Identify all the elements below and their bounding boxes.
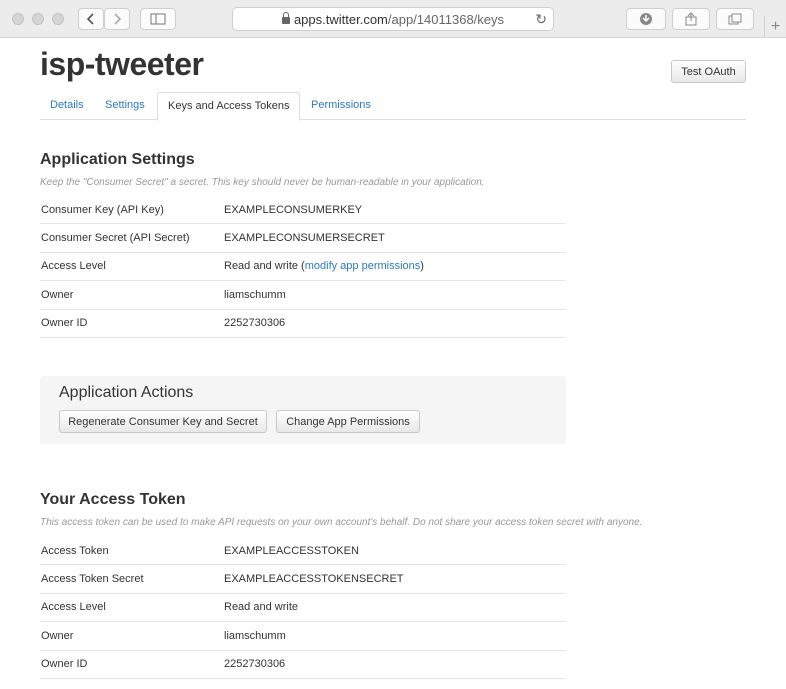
zoom-window-button[interactable]	[52, 13, 64, 25]
link-suffix: )	[420, 260, 424, 273]
url-host: apps.twitter.com	[293, 11, 388, 27]
download-icon	[640, 13, 652, 25]
owner-value: liamschumm	[224, 288, 286, 301]
access-token-value: EXAMPLEACCESSTOKEN	[224, 544, 359, 557]
chevron-right-icon	[114, 13, 122, 25]
access-token-secret-value: EXAMPLEACCESSTOKENSECRET	[224, 573, 404, 586]
access-token-heading: Your Access Token	[40, 491, 186, 508]
back-button[interactable]	[78, 8, 104, 30]
application-settings-description: Keep the "Consumer Secret" a secret. Thi…	[40, 177, 485, 188]
new-tab-button[interactable]: +	[764, 16, 786, 38]
tab-keys-and-access-tokens[interactable]: Keys and Access Tokens	[157, 92, 301, 121]
access-token-secret-label: Access Token Secret	[41, 573, 144, 586]
application-actions-panel: Application Actions Regenerate Consumer …	[40, 376, 566, 444]
consumer-secret-value: EXAMPLECONSUMERSECRET	[224, 232, 385, 245]
application-settings-heading: Application Settings	[40, 151, 195, 168]
owner-id-label: Owner ID	[41, 317, 88, 330]
access-token-description: This access token can be used to make AP…	[40, 517, 643, 528]
minimize-window-button[interactable]	[32, 13, 44, 25]
change-app-permissions-button[interactable]: Change App Permissions	[276, 410, 420, 433]
table-row: Owner ID 2252730306	[40, 310, 566, 338]
token-access-level-label: Access Level	[41, 601, 106, 614]
token-owner-value: liamschumm	[224, 629, 286, 642]
access-level-value: Read and write (modify app permissions)	[224, 260, 566, 272]
url-path: /app/14011368/keys	[387, 11, 505, 27]
consumer-key-label: Consumer Key (API Key)	[41, 203, 164, 216]
table-row: Access Token Secret EXAMPLEACCESSTOKENSE…	[40, 565, 566, 594]
access-token-table: Access Token EXAMPLEACCESSTOKEN Access T…	[40, 537, 566, 679]
token-owner-label: Owner	[41, 629, 74, 642]
token-access-level-value: Read and write	[224, 601, 298, 614]
consumer-key-value: EXAMPLECONSUMERKEY	[224, 203, 363, 216]
table-row: Owner ID 2252730306	[40, 651, 566, 679]
access-token-label: Access Token	[41, 544, 109, 557]
downloads-button[interactable]	[626, 8, 666, 30]
tabs-icon	[728, 13, 742, 25]
table-row: Consumer Key (API Key) EXAMPLECONSUMERKE…	[40, 196, 566, 225]
reload-icon[interactable]: ↻	[535, 11, 547, 28]
modify-app-permissions-link[interactable]: modify app permissions	[305, 260, 421, 272]
link-prefix: (	[298, 260, 305, 273]
token-owner-id-value: 2252730306	[224, 658, 286, 671]
lock-icon	[281, 11, 290, 24]
table-row: Owner liamschumm	[40, 281, 566, 310]
sidebar-toggle-button[interactable]	[140, 8, 176, 30]
table-row: Access Token EXAMPLEACCESSTOKEN	[40, 537, 566, 566]
forward-button[interactable]	[104, 8, 130, 30]
access-level-text: Read and write	[224, 260, 298, 273]
owner-label: Owner	[41, 288, 74, 301]
regenerate-consumer-key-button[interactable]: Regenerate Consumer Key and Secret	[59, 410, 267, 433]
token-owner-id-label: Owner ID	[41, 658, 88, 671]
chevron-left-icon	[86, 13, 94, 25]
table-row: Access Level Read and write (modify app …	[40, 253, 566, 282]
owner-id-value: 2252730306	[224, 317, 286, 330]
address-bar[interactable]: apps.twitter.com/app/14011368/keys ↻	[232, 7, 554, 31]
tab-bar: Details Settings Keys and Access Tokens …	[40, 92, 746, 121]
application-settings-table: Consumer Key (API Key) EXAMPLECONSUMERKE…	[40, 196, 566, 338]
tab-settings[interactable]: Settings	[95, 92, 155, 120]
table-row: Owner liamschumm	[40, 622, 566, 651]
share-button[interactable]	[672, 8, 710, 30]
table-row: Access Level Read and write	[40, 594, 566, 623]
tabs-overview-button[interactable]	[716, 8, 754, 30]
table-row: Consumer Secret (API Secret) EXAMPLECONS…	[40, 224, 566, 253]
access-level-label: Access Level	[41, 260, 106, 273]
consumer-secret-label: Consumer Secret (API Secret)	[41, 232, 190, 245]
application-actions-heading: Application Actions	[59, 384, 194, 401]
sidebar-icon	[150, 13, 166, 25]
share-icon	[685, 12, 697, 26]
browser-toolbar: apps.twitter.com/app/14011368/keys ↻ +	[0, 0, 786, 38]
page-title: isp-tweeter	[40, 46, 204, 82]
tab-permissions[interactable]: Permissions	[301, 92, 381, 120]
tab-details[interactable]: Details	[40, 92, 94, 120]
test-oauth-button[interactable]: Test OAuth	[671, 60, 746, 83]
close-window-button[interactable]	[12, 13, 24, 25]
